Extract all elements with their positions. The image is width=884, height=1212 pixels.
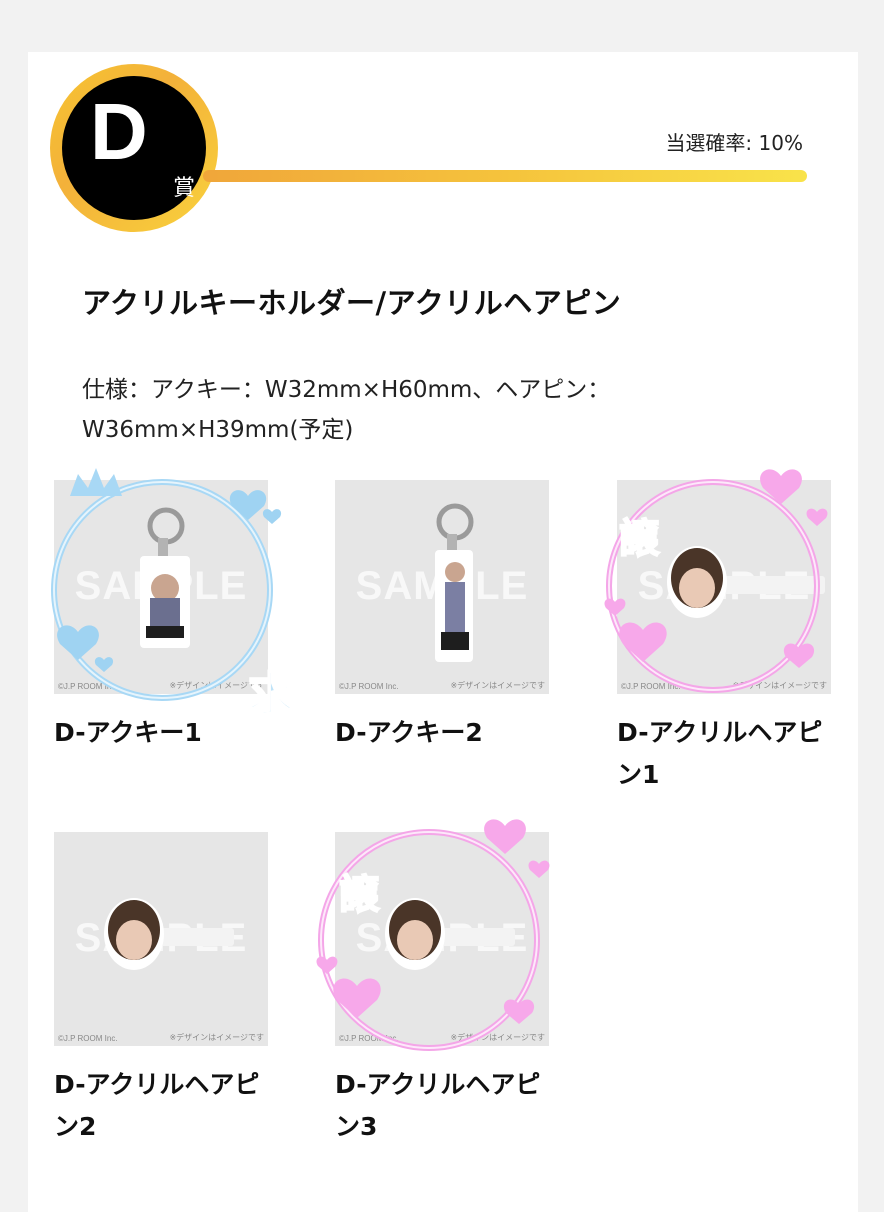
prize-card: D 賞 当選確率: 10% アクリルキーホルダー/アクリルヘアピン 仕様：アクキ… (28, 52, 858, 1212)
copyright-text: ©J.P ROOM Inc. (621, 682, 681, 691)
item-card[interactable]: SAMPLE ©J.P ROOM Inc. ※デザインはイメージです D-アクリ… (604, 469, 831, 796)
copyright-text: ©J.P ROOM Inc. (339, 1034, 399, 1043)
win-probability: 当選確率: 10% (665, 131, 803, 155)
prize-rank-letter: D (90, 87, 148, 176)
item-thumbnail[interactable]: SAMPLE ©J.P ROOM Inc. ※デザインはイメージです (54, 480, 268, 694)
item-label: D-アクリルヘアピン2 (54, 1070, 260, 1141)
item-card[interactable]: SAMPLE ©J.P ROOM Inc. ※デザインはイメージです D-アクキ… (335, 480, 549, 754)
image-note: ※デザインはイメージです (732, 681, 827, 690)
image-note: ※デザインはイメージです (450, 681, 545, 690)
hairpin-image (385, 898, 515, 970)
spec-line-2: W36mm×H39mm(予定) (82, 417, 354, 443)
product-spec: 仕様：アクキー：W32mm×H60mm、ヘアピン： W36mm×H39mm(予定… (82, 370, 682, 450)
image-note: ※デザインはイメージです (169, 1033, 264, 1042)
hairpin-image (667, 546, 825, 618)
product-title: アクリルキーホルダー/アクリルヘアピン (82, 286, 622, 320)
copyright-text: ©J.P ROOM Inc. (58, 682, 118, 691)
item-label: D-アクリルヘアピン1 (617, 718, 823, 789)
item-card[interactable]: SAMPLE ©J.P ROOM Inc. ※デザインはイメージです D-アクリ… (316, 819, 550, 1148)
item-label: D-アクキー1 (54, 718, 202, 747)
item-card[interactable]: SAMPLE ©J.P ROOM Inc. ※デザインはイメージです D-アクリ… (54, 832, 268, 1148)
prize-suffix: 賞 (173, 176, 196, 201)
copyright-text: ©J.P ROOM Inc. (339, 682, 399, 691)
keychain-image (435, 503, 474, 662)
item-thumbnail[interactable]: SAMPLE ©J.P ROOM Inc. ※デザインはイメージです (335, 480, 549, 694)
spec-line-1: 仕様：アクキー：W32mm×H60mm、ヘアピン： (82, 377, 611, 403)
keychain-image (140, 507, 190, 648)
hairpin-image (104, 898, 234, 970)
item-thumbnail[interactable]: SAMPLE ©J.P ROOM Inc. ※デザインはイメージです (335, 832, 549, 1046)
item-thumbnail[interactable]: SAMPLE ©J.P ROOM Inc. ※デザインはイメージです (54, 832, 268, 1046)
item-label: D-アクリルヘアピン3 (335, 1070, 541, 1141)
image-note: ※デザインはイメージです (450, 1033, 545, 1042)
item-label: D-アクキー2 (335, 718, 483, 747)
item-card[interactable]: SAMPLE ©J.P ROOM Inc. ※デザインはイメージです D-アクキ… (51, 468, 295, 754)
image-note: ※デザインはイメージです (169, 681, 264, 690)
item-thumbnail[interactable]: SAMPLE ©J.P ROOM Inc. ※デザインはイメージです (617, 480, 831, 694)
header-divider-bar (203, 170, 807, 182)
prize-rank-badge: D 賞 (50, 64, 218, 232)
copyright-text: ©J.P ROOM Inc. (58, 1034, 118, 1043)
